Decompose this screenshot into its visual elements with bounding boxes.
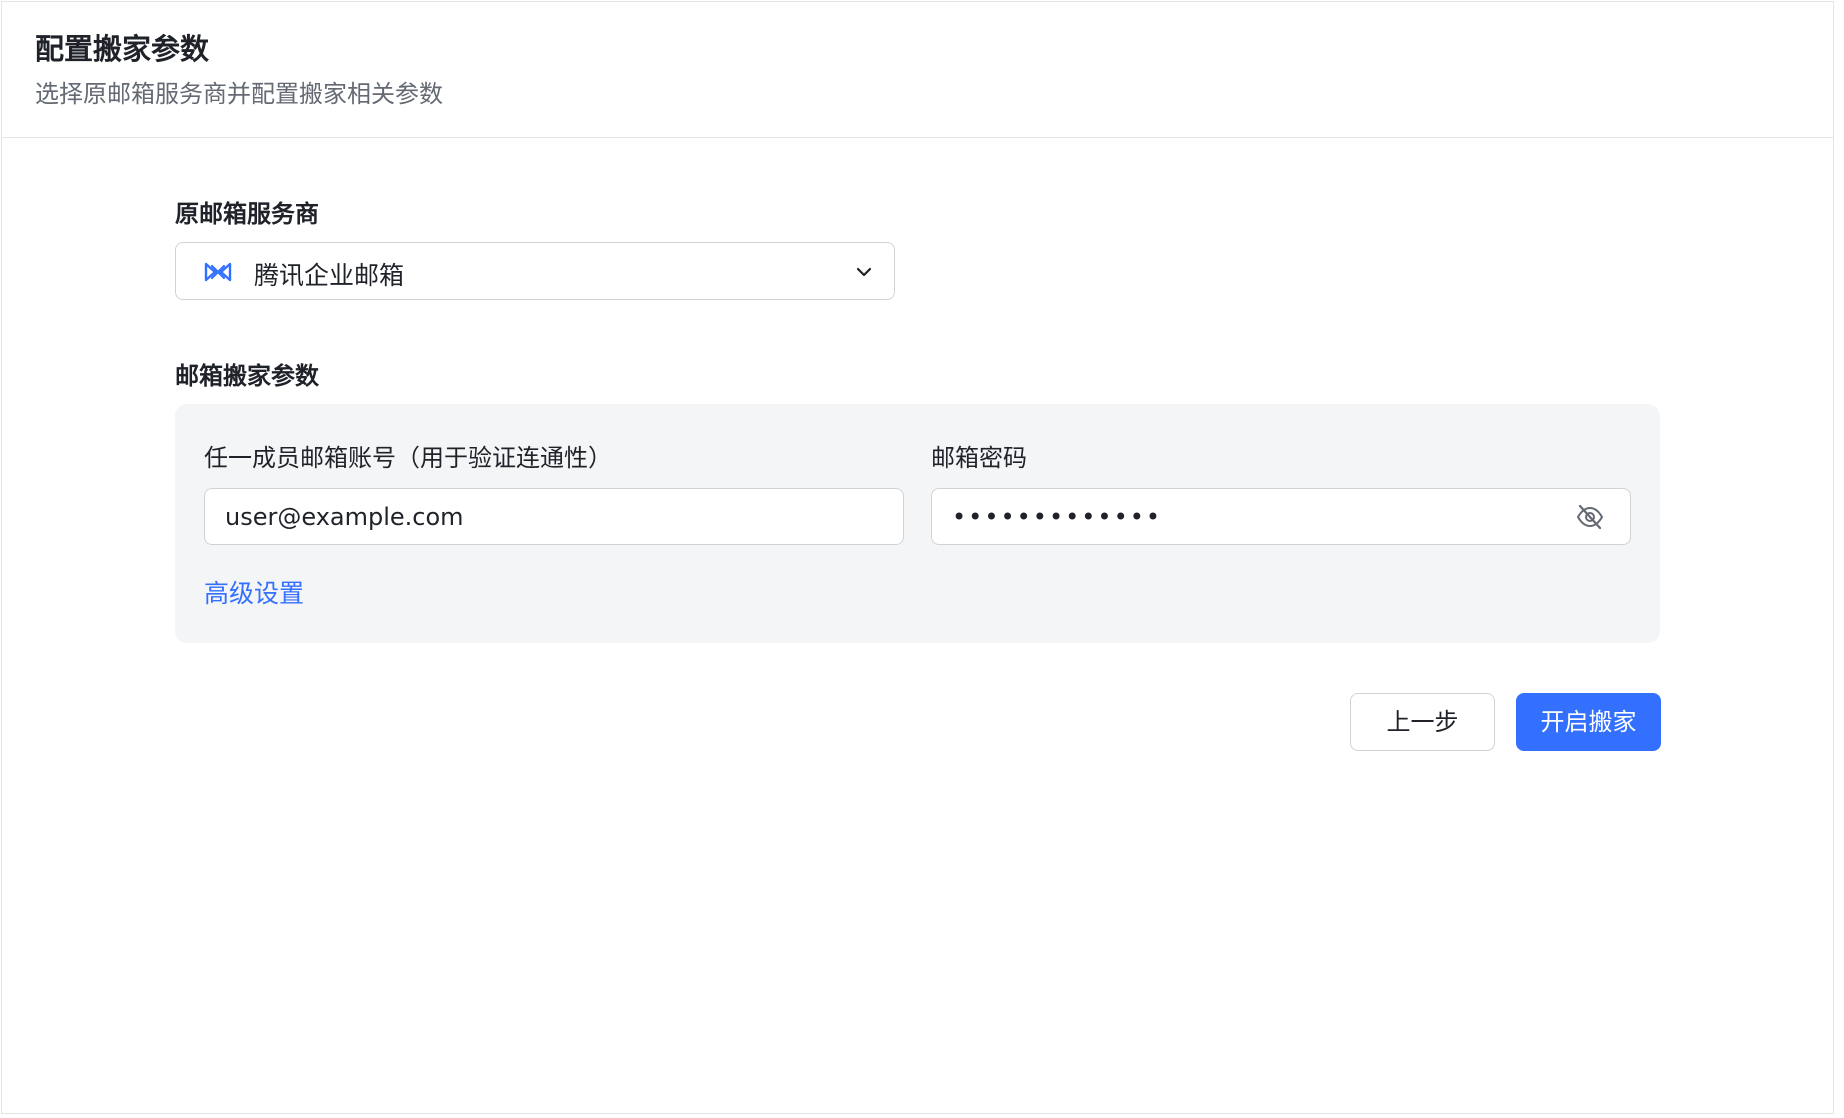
chevron-down-icon (856, 267, 872, 277)
page-subtitle: 选择原邮箱服务商并配置搬家相关参数 (35, 80, 443, 108)
start-migration-button[interactable]: 开启搬家 (1516, 693, 1661, 751)
eye-off-icon[interactable] (1575, 503, 1605, 531)
advanced-settings-link[interactable]: 高级设置 (204, 574, 304, 610)
migration-config-panel: 配置搬家参数 选择原邮箱服务商并配置搬家相关参数 原邮箱服务商 腾讯企业邮箱 邮… (1, 1, 1834, 1114)
password-field-label: 邮箱密码 (931, 444, 1027, 472)
provider-section-label: 原邮箱服务商 (175, 200, 319, 228)
password-input[interactable] (931, 488, 1631, 545)
page-title: 配置搬家参数 (35, 32, 210, 66)
provider-select[interactable]: 腾讯企业邮箱 (175, 242, 895, 300)
provider-selected-value: 腾讯企业邮箱 (254, 261, 405, 290)
account-input[interactable] (204, 488, 904, 545)
page-header: 配置搬家参数 选择原邮箱服务商并配置搬家相关参数 (2, 2, 1833, 138)
params-section-label: 邮箱搬家参数 (175, 362, 319, 390)
params-box: 任一成员邮箱账号（用于验证连通性） 邮箱密码 高级设置 (175, 404, 1660, 643)
account-field-label: 任一成员邮箱账号（用于验证连通性） (204, 444, 612, 472)
prev-step-button[interactable]: 上一步 (1350, 693, 1495, 751)
tencent-exmail-logo-icon (204, 262, 232, 282)
